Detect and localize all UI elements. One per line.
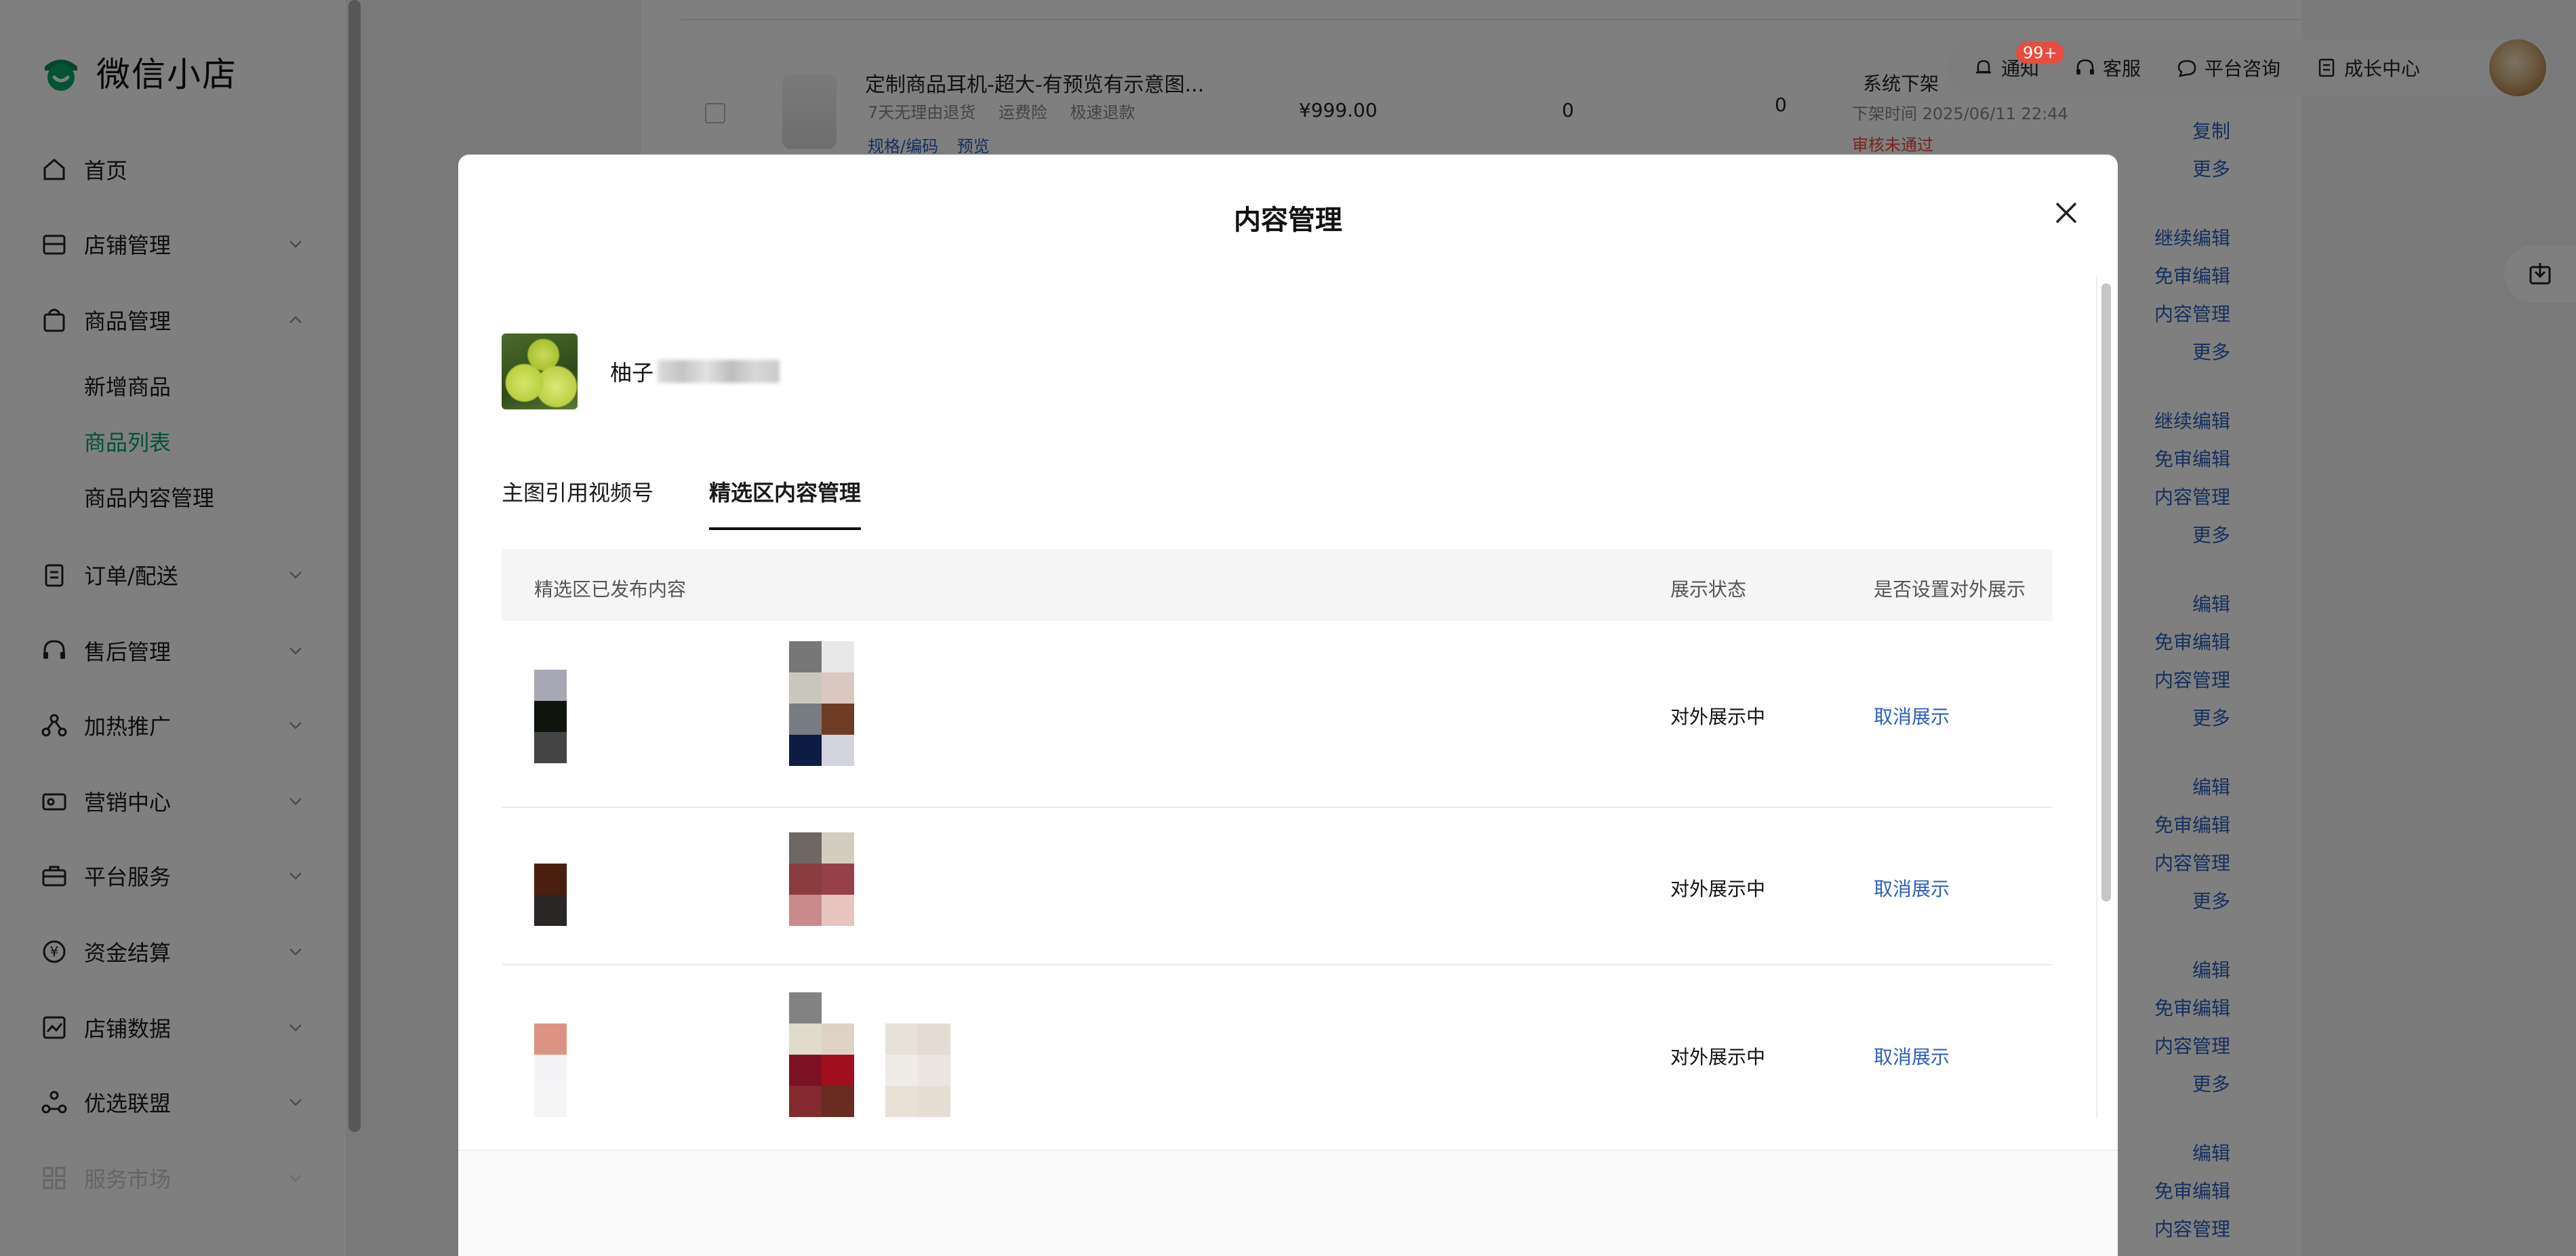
goods-info: 柚子 (502, 333, 780, 409)
tab-featured-content[interactable]: 精选区内容管理 (709, 476, 862, 530)
column-header-content: 精选区已发布内容 (534, 578, 687, 601)
modal-tabs: 主图引用视频号 精选区内容管理 (502, 476, 917, 530)
table-row: 对外展示中 取消展示 (502, 965, 2053, 1131)
column-header-status: 展示状态 (1670, 578, 1747, 601)
close-button[interactable] (2047, 194, 2085, 232)
modal-title: 内容管理 (1234, 205, 1342, 236)
content-thumbnail-blurred (789, 832, 854, 926)
column-header-setting: 是否设置对外展示 (1874, 578, 2026, 601)
content-thumbnail-blurred (789, 992, 854, 1117)
content-thumbnail-blurred (534, 670, 567, 763)
goods-name-text: 柚子 (610, 360, 654, 386)
content-management-modal: 内容管理 柚子 主图引用视频号 精选区内容管理 精选区已发布内容 展示状态 是否… (458, 155, 2118, 1256)
table-row: 对外展示中 取消展示 (502, 808, 2053, 965)
display-status: 对外展示中 (1670, 1046, 1766, 1068)
tab-main-image-video[interactable]: 主图引用视频号 (502, 476, 653, 530)
modal-scrollbar[interactable] (2101, 283, 2111, 902)
goods-thumbnail (502, 333, 578, 409)
goods-name: 柚子 (610, 356, 780, 387)
table-row: 对外展示中 取消展示 (502, 621, 2053, 808)
content-thumbnail-blurred (534, 864, 567, 926)
table-header: 精选区已发布内容 展示状态 是否设置对外展示 (502, 549, 2053, 621)
notify-badge: 99+ (2016, 42, 2064, 64)
content-thumbnail-blurred (789, 641, 854, 766)
cancel-display-link[interactable]: 取消展示 (1874, 702, 1950, 729)
redacted-text (658, 360, 780, 383)
display-status: 对外展示中 (1670, 706, 1766, 728)
content-thumbnail-blurred (534, 1024, 567, 1117)
cancel-display-link[interactable]: 取消展示 (1874, 874, 1950, 902)
close-icon (2055, 202, 2077, 224)
content-thumbnail-blurred (885, 1024, 950, 1117)
cancel-display-link[interactable]: 取消展示 (1874, 1042, 1950, 1070)
scrollbar-track (2096, 277, 2097, 1118)
featured-content-table: 精选区已发布内容 展示状态 是否设置对外展示 对外展示中 取消展示 对外展示中 … (502, 549, 2053, 1131)
modal-footer (458, 1150, 2118, 1256)
display-status: 对外展示中 (1670, 878, 1766, 900)
